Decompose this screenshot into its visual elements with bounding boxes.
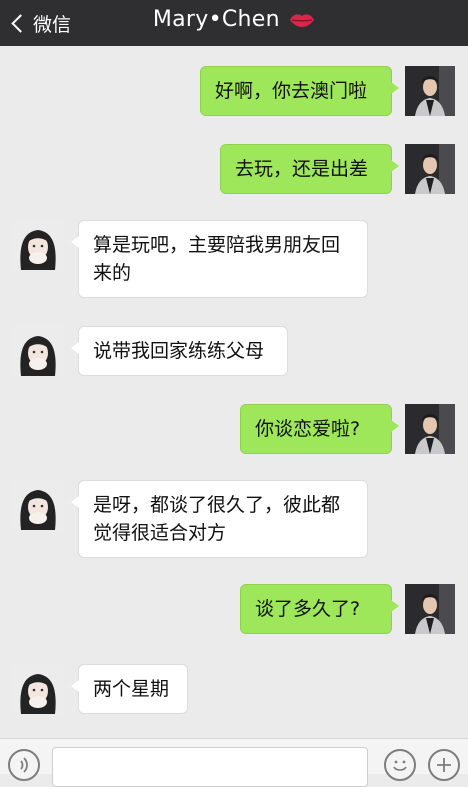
- message-text: 算是玩吧，主要陪我男朋友回来的: [93, 234, 341, 284]
- message-bubble-out[interactable]: 谈了多久了?: [240, 584, 399, 634]
- more-button[interactable]: [428, 749, 460, 781]
- message-input[interactable]: [52, 747, 368, 787]
- message-bubble-in[interactable]: 算是玩吧，主要陪我男朋友回来的: [71, 220, 368, 298]
- message-text: 去玩，还是出差: [235, 158, 369, 180]
- message-text: 你谈恋爱啦?: [255, 418, 361, 440]
- emoji-button[interactable]: [384, 749, 416, 781]
- lips-icon: [290, 14, 315, 27]
- chat-title: Mary•Chen: [0, 7, 468, 32]
- message-bubble-in[interactable]: 说带我回家练练父母: [71, 326, 288, 376]
- input-bar: [0, 738, 468, 787]
- message-bubble-in[interactable]: 两个星期: [71, 664, 188, 714]
- chat-header: 微信 Mary•Chen: [0, 0, 468, 46]
- message-bubble-out[interactable]: 好啊，你去澳门啦: [200, 66, 399, 116]
- message-bubble-out[interactable]: 你谈恋爱啦?: [240, 404, 399, 454]
- avatar-self[interactable]: [405, 404, 455, 454]
- contact-name: Mary•Chen: [152, 7, 280, 32]
- plus-icon: [437, 758, 451, 772]
- message-text: 是呀，都谈了很久了，彼此都觉得很适合对方: [93, 494, 341, 544]
- message-text: 好啊，你去澳门啦: [215, 80, 368, 102]
- message-text: 两个星期: [93, 678, 170, 700]
- avatar-self[interactable]: [405, 66, 455, 116]
- emoji-icon: [393, 760, 407, 771]
- message-text: 谈了多久了?: [255, 598, 361, 620]
- voice-button[interactable]: [8, 749, 40, 781]
- avatar-self[interactable]: [405, 584, 455, 634]
- avatar-contact[interactable]: [13, 220, 63, 270]
- voice-icon: [20, 757, 28, 773]
- message-text: 说带我回家练练父母: [93, 340, 265, 362]
- avatar-contact[interactable]: [13, 326, 63, 376]
- avatar-contact[interactable]: [13, 664, 63, 714]
- message-bubble-in[interactable]: 是呀，都谈了很久了，彼此都觉得很适合对方: [71, 480, 368, 558]
- message-bubble-out[interactable]: 去玩，还是出差: [220, 144, 399, 194]
- avatar-contact[interactable]: [13, 480, 63, 530]
- avatar-self[interactable]: [405, 144, 455, 194]
